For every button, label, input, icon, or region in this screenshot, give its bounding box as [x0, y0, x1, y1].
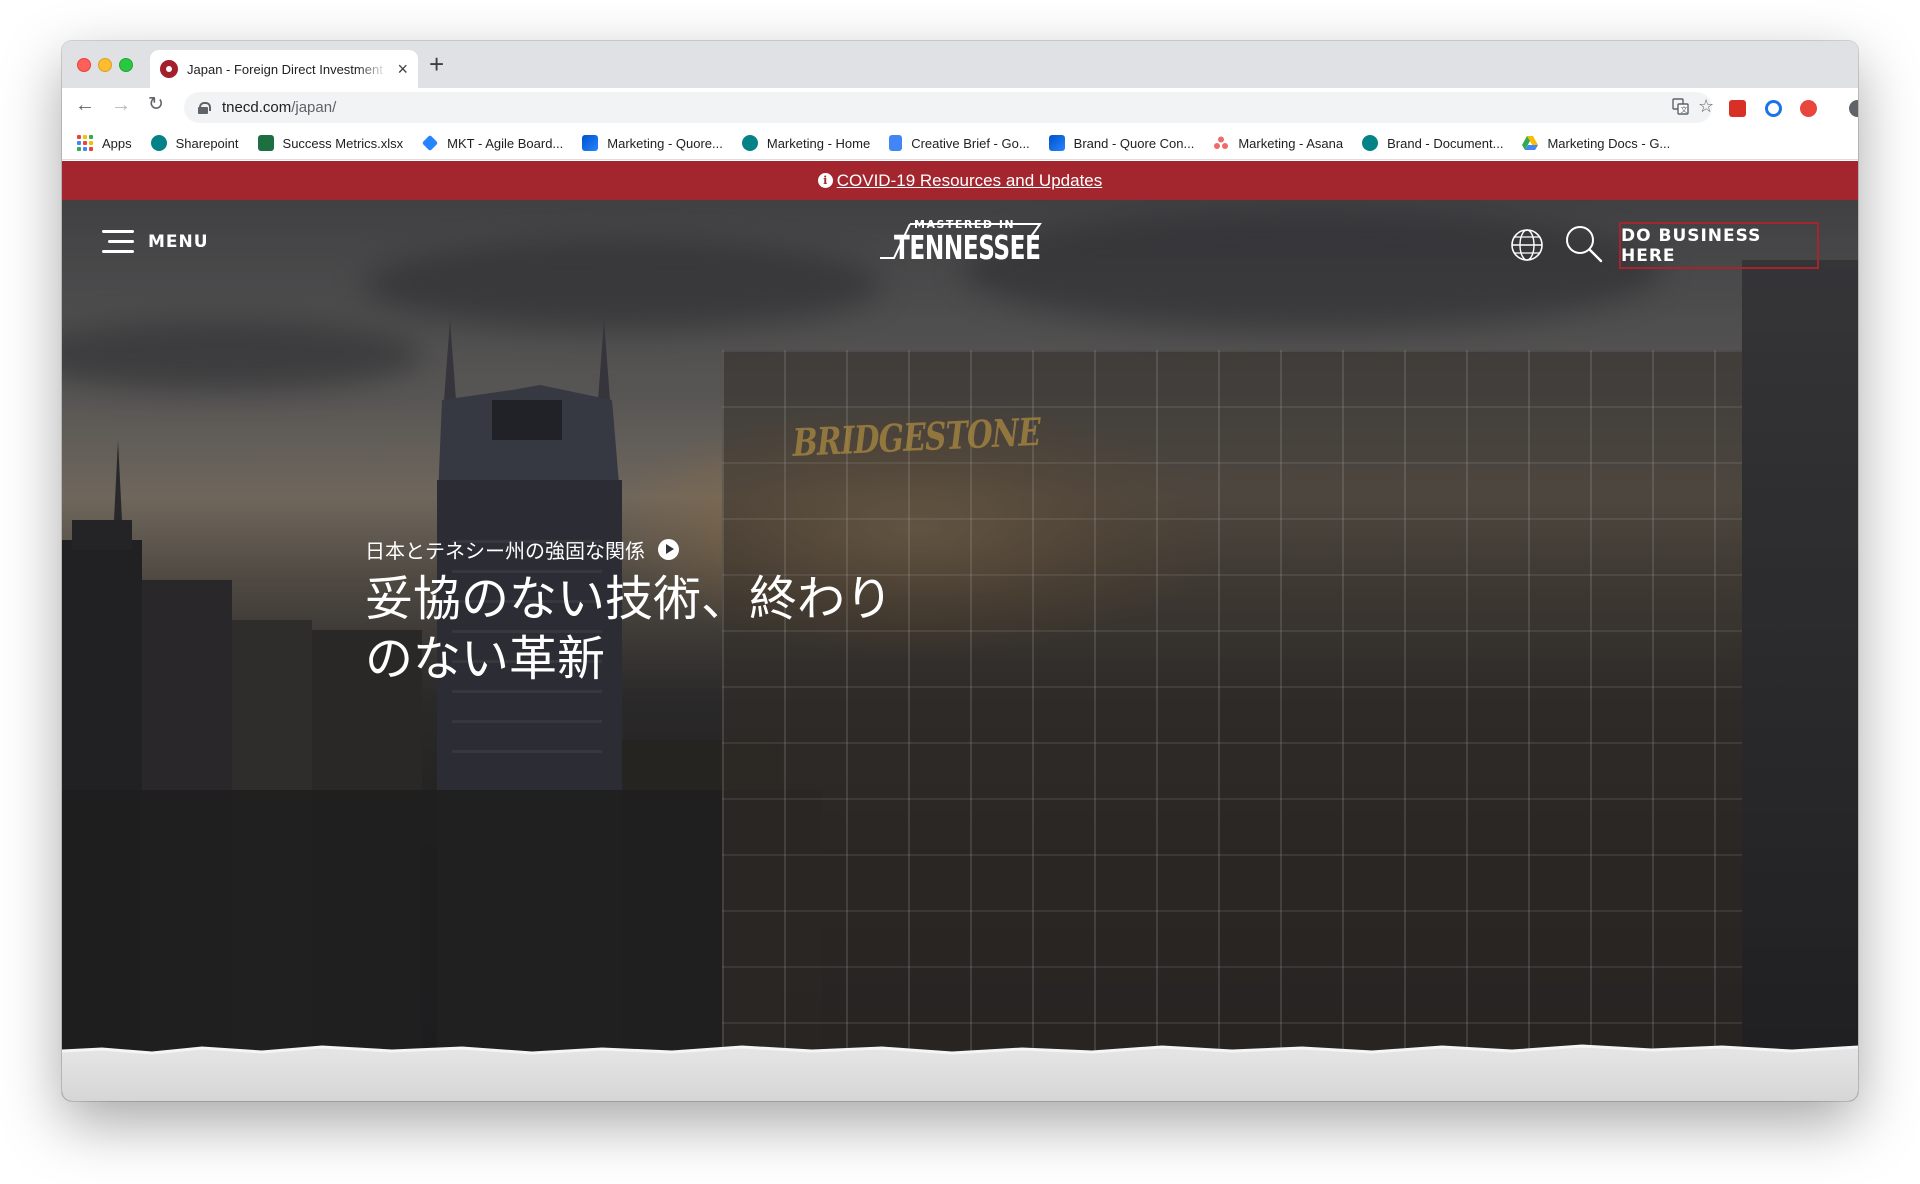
apps-grid-icon [77, 135, 93, 151]
bookmark-mkt-agile-board[interactable]: MKT - Agile Board... [422, 134, 563, 152]
bookmarks-bar: Apps Sharepoint Success Metrics.xlsx MKT… [62, 127, 1858, 160]
torn-paper-edge [62, 1044, 1858, 1101]
tab-strip: Japan - Foreign Direct Investment × + [62, 41, 1858, 88]
do-business-here-button[interactable]: DO BUSINESS HERE [1619, 222, 1819, 269]
bookmark-brand-quore[interactable]: Brand - Quore Con... [1048, 135, 1194, 151]
minimize-window-button[interactable] [98, 58, 112, 72]
play-icon[interactable] [658, 539, 679, 560]
bookmark-success-metrics[interactable]: Success Metrics.xlsx [257, 135, 403, 151]
close-window-button[interactable] [77, 58, 91, 72]
reload-icon[interactable]: ↻ [148, 95, 164, 114]
page-content: i COVID-19 Resources and Updates BRIDGES… [62, 161, 1858, 1101]
bookmark-brand-document[interactable]: Brand - Document... [1362, 135, 1503, 151]
hamburger-icon [102, 230, 134, 254]
tn-state-seal-icon [160, 60, 178, 78]
bookmark-apps[interactable]: Apps [77, 135, 132, 151]
extension-blue-ring-icon[interactable] [1765, 100, 1782, 117]
cta-label: DO BUSINESS HERE [1621, 225, 1762, 266]
url-text: tnecd.com/japan/ [222, 99, 337, 116]
sharepoint-icon [1362, 135, 1379, 151]
forward-arrow-icon[interactable]: → [111, 95, 131, 115]
bookmark-star-icon[interactable]: ☆ [1698, 97, 1714, 115]
bookmark-creative-brief[interactable]: Creative Brief - Go... [889, 135, 1030, 151]
bookmark-marketing-quore[interactable]: Marketing - Quore... [582, 135, 723, 151]
hero-video-link[interactable]: 日本とテネシー州の強固な関係 [365, 535, 965, 564]
hero-subtitle: 日本とテネシー州の強固な関係 [365, 541, 645, 563]
info-icon: i [817, 173, 833, 188]
browser-window: Japan - Foreign Direct Investment × + ← … [62, 41, 1858, 1101]
close-tab-icon[interactable]: × [397, 60, 408, 78]
bookmark-marketing-home[interactable]: Marketing - Home [741, 135, 870, 151]
bookmark-marketing-asana[interactable]: Marketing - Asana [1213, 135, 1343, 151]
svg-text:文: 文 [1681, 105, 1688, 114]
sharepoint-icon [741, 135, 758, 151]
menu-button[interactable]: MENU [102, 230, 209, 254]
profile-avatar-icon[interactable] [1849, 100, 1858, 117]
back-arrow-icon[interactable]: ← [75, 95, 95, 115]
asana-icon [1213, 135, 1229, 151]
language-globe-icon[interactable] [1509, 227, 1545, 268]
covid-alert-bar: i COVID-19 Resources and Updates [62, 161, 1858, 200]
bookmark-sharepoint[interactable]: Sharepoint [150, 135, 239, 151]
lock-icon [198, 101, 211, 114]
extension-blocker-icon[interactable] [1800, 100, 1817, 117]
sharepoint-icon [150, 135, 167, 151]
search-icon[interactable] [1564, 224, 1604, 269]
hero-headline-line-2: のない革新 [365, 633, 606, 686]
extension-red-icon[interactable] [1729, 100, 1746, 117]
hero-section: BRIDGESTONE MENU MASTERED IN TENNESSEE D… [62, 200, 1858, 1101]
address-bar[interactable]: tnecd.com/japan/ 文 ☆ [184, 92, 1714, 123]
translate-icon[interactable]: 文 [1672, 98, 1689, 119]
hero-copy: 日本とテネシー州の強固な関係 妥協のない技術、終わり のない革新 [365, 535, 965, 690]
confluence-icon [582, 135, 599, 151]
new-tab-button[interactable]: + [429, 51, 444, 77]
bookmark-marketing-docs[interactable]: Marketing Docs - G... [1522, 135, 1670, 151]
logo-wordmark: TENNESSEE [894, 228, 1041, 267]
google-drive-icon [1522, 135, 1539, 151]
browser-toolbar: ← → ↻ tnecd.com/japan/ 文 ☆ [62, 88, 1858, 127]
confluence-icon [1048, 135, 1065, 151]
jira-icon [422, 134, 439, 152]
menu-label: MENU [148, 232, 209, 252]
google-docs-icon [889, 135, 903, 151]
excel-icon [257, 135, 274, 151]
hero-headline-line-1: 妥協のない技術、終わり [365, 573, 894, 626]
mastered-in-tennessee-logo[interactable]: MASTERED IN TENNESSEE [880, 218, 1042, 268]
hero-headline: 妥協のない技術、終わり のない革新 [365, 570, 965, 690]
active-tab[interactable]: Japan - Foreign Direct Investment × [150, 50, 418, 88]
covid-resources-link[interactable]: COVID-19 Resources and Updates [837, 171, 1103, 191]
maximize-window-button[interactable] [119, 58, 133, 72]
tab-title: Japan - Foreign Direct Investment [187, 61, 383, 77]
